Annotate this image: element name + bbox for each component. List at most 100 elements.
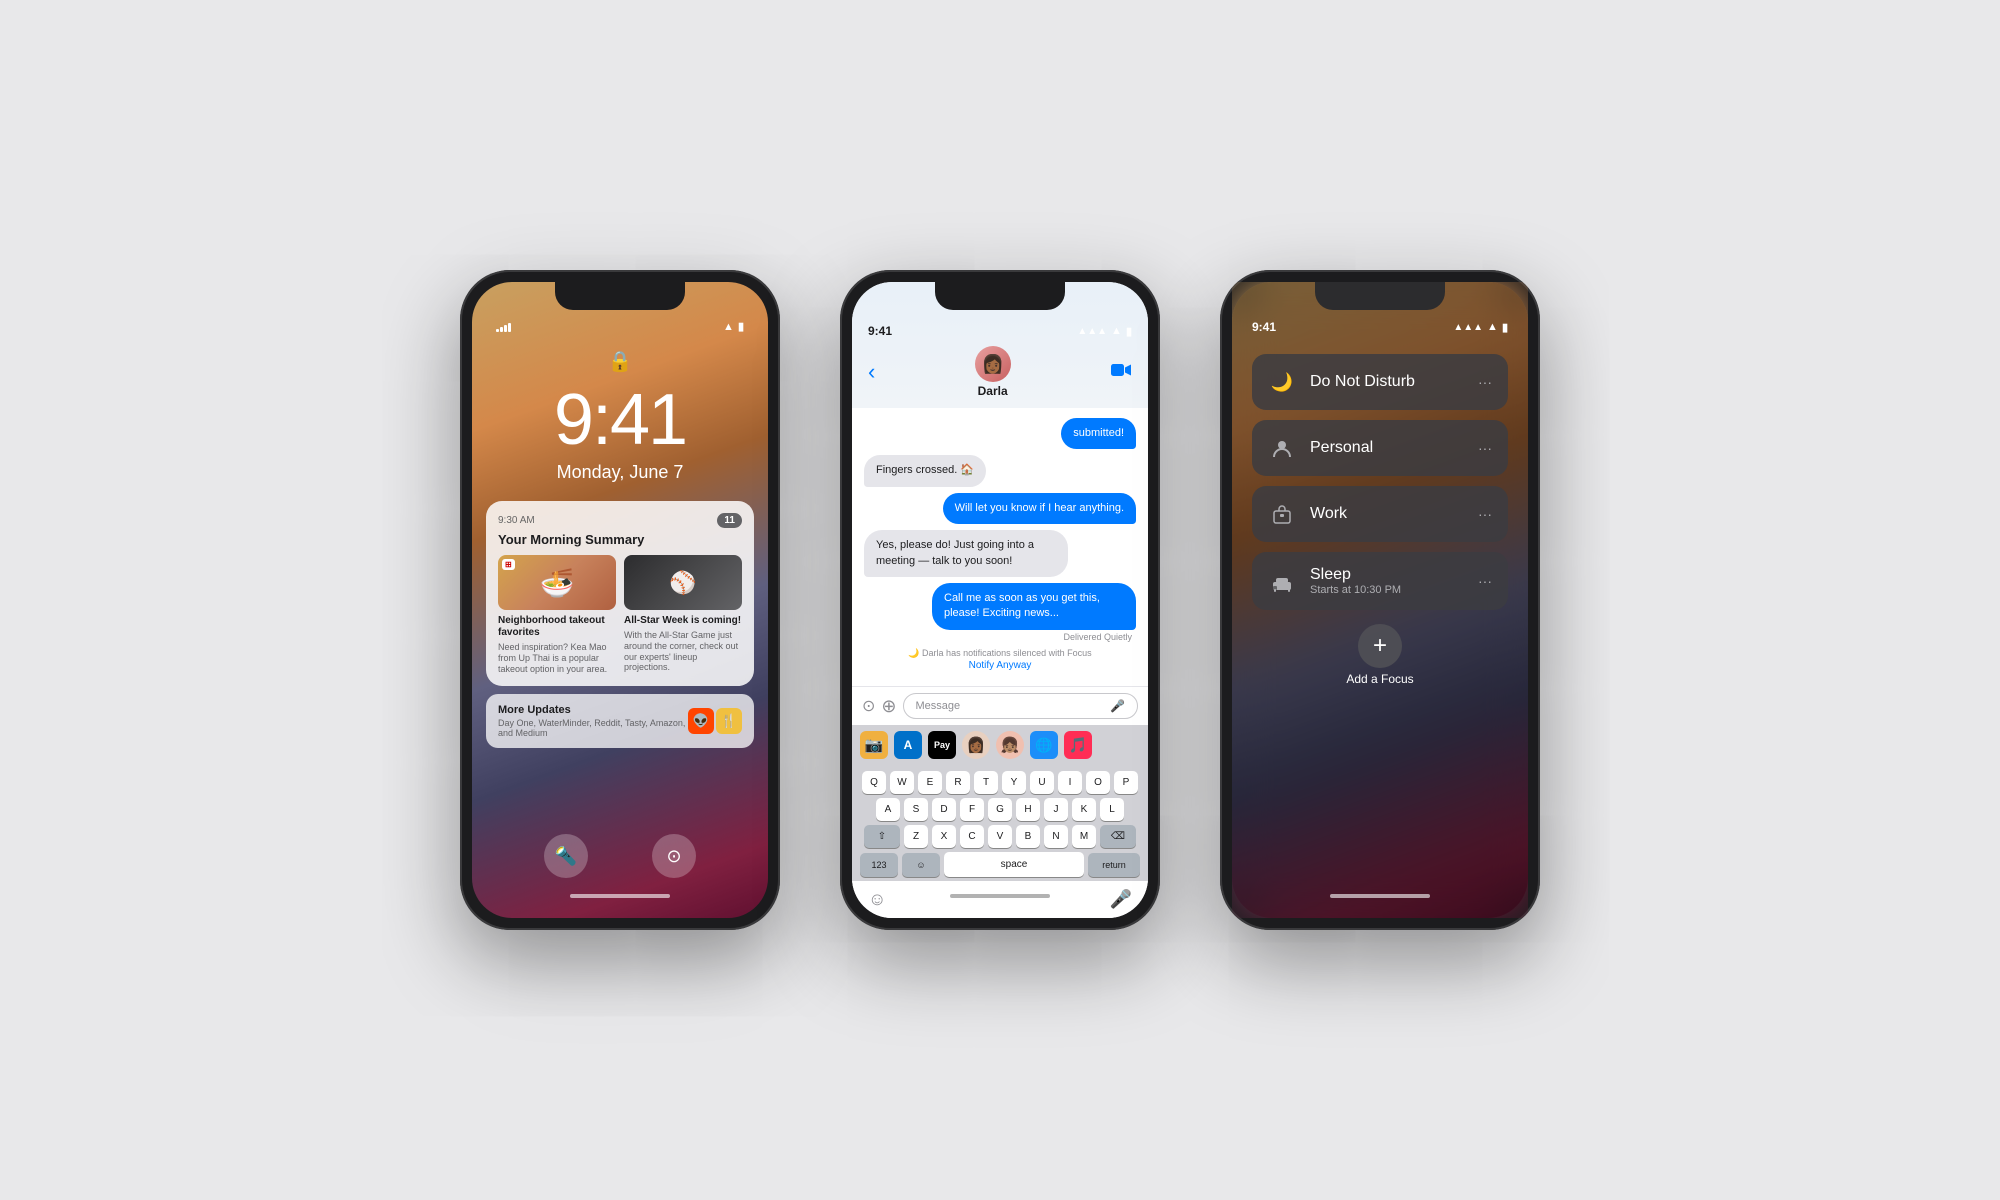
- key-q[interactable]: Q: [862, 771, 886, 794]
- donotdisturb-more-button[interactable]: ···: [1478, 374, 1492, 390]
- memoji-2-icon[interactable]: 👧🏽: [996, 731, 1024, 759]
- sleep-more-button[interactable]: ···: [1478, 573, 1492, 589]
- return-key[interactable]: return: [1088, 853, 1140, 877]
- messages-background: 9:41 ▲▲▲ ▲ ▮ ‹ 👩🏾 Darla: [852, 282, 1148, 918]
- home-indicator[interactable]: [1330, 894, 1430, 898]
- focus-item-work[interactable]: Work ···: [1252, 486, 1508, 542]
- message-input-field[interactable]: Message 🎤: [903, 693, 1139, 719]
- messages-nav: ‹ 👩🏾 Darla: [868, 346, 1132, 398]
- memoji-1-icon[interactable]: 👩🏾: [962, 731, 990, 759]
- key-k[interactable]: K: [1072, 798, 1096, 821]
- sleep-sublabel: Starts at 10:30 PM: [1310, 584, 1464, 596]
- key-n[interactable]: N: [1044, 825, 1068, 848]
- message-bubble-2: Will let you know if I hear anything.: [943, 493, 1136, 524]
- work-more-button[interactable]: ···: [1478, 506, 1492, 522]
- notification-badge: 11: [717, 513, 742, 528]
- home-indicator[interactable]: [570, 894, 670, 898]
- emoji-key[interactable]: ☺: [902, 853, 940, 877]
- messages-screen: 9:41 ▲▲▲ ▲ ▮ ‹ 👩🏾 Darla: [852, 282, 1148, 918]
- notch: [1315, 282, 1445, 310]
- lock-time: 9:41: [472, 384, 768, 456]
- key-s[interactable]: S: [904, 798, 928, 821]
- shift-key[interactable]: ⇧: [864, 825, 900, 848]
- mic-bottom-icon[interactable]: 🎤: [1110, 889, 1132, 910]
- focus-notice-text: 🌙 Darla has notifications silenced with …: [908, 648, 1091, 659]
- battery-icon: ▮: [738, 320, 744, 333]
- messages-bottom-bar: ☺ 🎤: [852, 881, 1148, 918]
- article-2-desc: With the All-Star Game just around the c…: [624, 630, 742, 673]
- donotdisturb-labels: Do Not Disturb: [1310, 373, 1464, 391]
- key-f[interactable]: F: [960, 798, 984, 821]
- space-key[interactable]: space: [944, 852, 1084, 877]
- camera-input-icon[interactable]: ⊙: [862, 696, 875, 716]
- key-c[interactable]: C: [960, 825, 984, 848]
- key-x[interactable]: X: [932, 825, 956, 848]
- focus-item-sleep[interactable]: Sleep Starts at 10:30 PM ···: [1252, 552, 1508, 610]
- key-z[interactable]: Z: [904, 825, 928, 848]
- key-g[interactable]: G: [988, 798, 1012, 821]
- message-bubble-4: Call me as soon as you get this, please!…: [932, 583, 1136, 630]
- photos-app-icon[interactable]: 📷: [860, 731, 888, 759]
- donotdisturb-label: Do Not Disturb: [1310, 373, 1464, 391]
- phone-1-lockscreen: ▲ ▮ 🔒 9:41 Monday, June 7 9:30 AM 11 You…: [460, 270, 780, 930]
- work-label: Work: [1310, 505, 1464, 523]
- personal-more-button[interactable]: ···: [1478, 440, 1492, 456]
- key-y[interactable]: Y: [1002, 771, 1026, 794]
- video-call-button[interactable]: [1110, 361, 1132, 384]
- home-indicator[interactable]: [950, 894, 1050, 898]
- delete-key[interactable]: ⌫: [1100, 825, 1136, 848]
- focus-status-bar: 9:41 ▲▲▲ ▲ ▮: [1252, 320, 1508, 334]
- key-a[interactable]: A: [876, 798, 900, 821]
- key-u[interactable]: U: [1030, 771, 1054, 794]
- focus-screen: 9:41 ▲▲▲ ▲ ▮ 🌙 Do Not Disturb ···: [1232, 282, 1528, 918]
- wifi-icon: ▲: [1111, 325, 1122, 337]
- key-r[interactable]: R: [946, 771, 970, 794]
- contact-info[interactable]: 👩🏾 Darla: [975, 346, 1011, 398]
- notch: [555, 282, 685, 310]
- key-e[interactable]: E: [918, 771, 942, 794]
- digitalmessage-icon[interactable]: 🌐: [1030, 731, 1058, 759]
- notification-card[interactable]: 9:30 AM 11 Your Morning Summary ⊞ Neighb…: [486, 501, 754, 686]
- more-updates-icons: 👽 🍴: [688, 708, 742, 734]
- lock-icon: 🔒: [472, 349, 768, 374]
- key-123[interactable]: 123: [860, 853, 898, 877]
- back-button[interactable]: ‹: [868, 359, 875, 385]
- article-2[interactable]: All-Star Week is coming! With the All-St…: [624, 555, 742, 674]
- emoji-bottom-icon[interactable]: ☺: [868, 889, 886, 910]
- status-icons: ▲▲▲ ▲ ▮: [1077, 325, 1132, 338]
- add-focus-button[interactable]: +: [1358, 624, 1402, 668]
- keyboard[interactable]: Q W E R T Y U I O P A S D F G H: [852, 765, 1148, 881]
- focus-item-donotdisturb[interactable]: 🌙 Do Not Disturb ···: [1252, 354, 1508, 410]
- article-2-title: All-Star Week is coming!: [624, 615, 742, 627]
- apps-input-icon[interactable]: ⊕: [881, 696, 896, 717]
- key-m[interactable]: M: [1072, 825, 1096, 848]
- article-1[interactable]: ⊞ Neighborhood takeout favorites Need in…: [498, 555, 616, 674]
- key-v[interactable]: V: [988, 825, 1012, 848]
- notification-header: 9:30 AM 11: [498, 513, 742, 528]
- applepay-app-icon[interactable]: Pay: [928, 731, 956, 759]
- key-l[interactable]: L: [1100, 798, 1124, 821]
- work-labels: Work: [1310, 505, 1464, 523]
- key-i[interactable]: I: [1058, 771, 1082, 794]
- tasty-icon: 🍴: [716, 708, 742, 734]
- key-d[interactable]: D: [932, 798, 956, 821]
- camera-button[interactable]: ⊙: [652, 834, 696, 878]
- appstore-app-icon[interactable]: A: [894, 731, 922, 759]
- key-h[interactable]: H: [1016, 798, 1040, 821]
- more-updates-title: More Updates: [498, 704, 688, 716]
- focus-item-personal[interactable]: Personal ···: [1252, 420, 1508, 476]
- sleep-label: Sleep: [1310, 566, 1464, 584]
- camera-icon: ⊙: [666, 846, 681, 867]
- key-b[interactable]: B: [1016, 825, 1040, 848]
- notify-anyway-button[interactable]: Notify Anyway: [969, 660, 1032, 671]
- key-w[interactable]: W: [890, 771, 914, 794]
- audio-input-icon: 🎤: [1110, 699, 1125, 713]
- more-updates-card[interactable]: More Updates Day One, WaterMinder, Reddi…: [486, 694, 754, 748]
- music-icon[interactable]: 🎵: [1064, 731, 1092, 759]
- messages-status-bar: 9:41 ▲▲▲ ▲ ▮: [868, 324, 1132, 338]
- key-j[interactable]: J: [1044, 798, 1068, 821]
- key-t[interactable]: T: [974, 771, 998, 794]
- key-o[interactable]: O: [1086, 771, 1110, 794]
- flashlight-button[interactable]: 🔦: [544, 834, 588, 878]
- key-p[interactable]: P: [1114, 771, 1138, 794]
